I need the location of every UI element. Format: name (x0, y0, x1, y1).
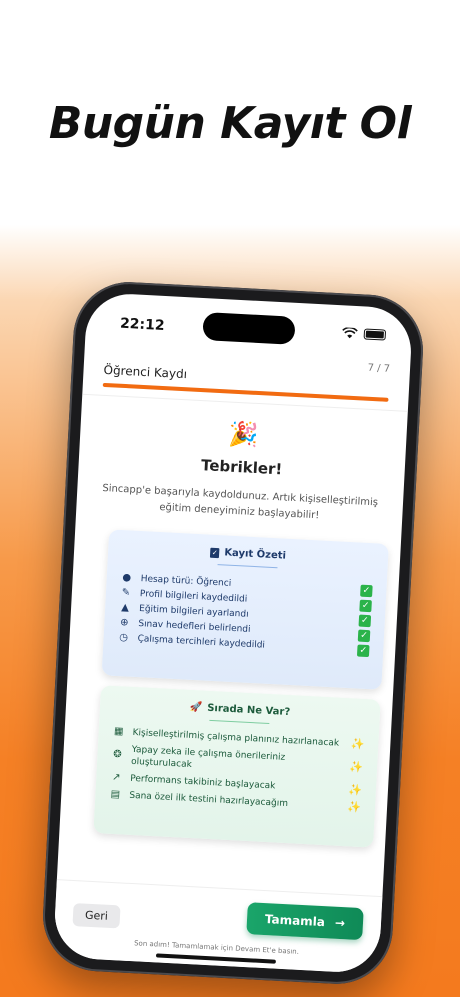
next-steps-card: 🚀 Sırada Ne Var? ▦ Kişiselleştirilmiş ça… (93, 685, 381, 848)
next-steps-card-divider (209, 719, 270, 725)
registration-header: 7 / 7 Öğrenci Kaydı (102, 349, 390, 402)
graduation-cap-icon: ▲ (121, 602, 130, 614)
calendar-clock-icon: ▦ (113, 725, 124, 738)
summary-card-header: ✓ Kayıt Özeti (122, 542, 374, 566)
profile-edit-icon: ✎ (121, 587, 131, 599)
congrats-section: 🎉 Tebrikler! Sincapp'e başarıyla kaydold… (76, 404, 407, 529)
battery-icon (363, 328, 387, 341)
check-icon: ✓ (360, 584, 373, 597)
progress-fill (102, 382, 389, 402)
status-icons (342, 327, 387, 341)
arrow-right-icon: → (334, 915, 346, 931)
check-icon: ✓ (357, 629, 371, 642)
congrats-title: Tebrikler! (200, 456, 283, 479)
sparkle-icon: ✨ (347, 800, 362, 814)
summary-card-title: Kayıt Özeti (224, 547, 287, 562)
clock-icon: ◷ (118, 632, 129, 644)
party-popper-icon: 🎉 (227, 419, 260, 450)
check-icon: ✓ (356, 644, 370, 657)
step-counter: 7 / 7 (367, 362, 391, 375)
sparkle-icon: ✨ (347, 783, 363, 797)
progress-bar (102, 382, 389, 402)
phone-mockup: 22:12 7 / 7 Öğrenci Kaydı 🎉 Tebrikler! S… (40, 279, 426, 987)
check-icon: ✓ (358, 614, 372, 627)
clipboard-check-icon: ✓ (210, 547, 220, 558)
chart-icon: ↗ (111, 771, 121, 784)
registration-title: Öğrenci Kaydı (103, 362, 188, 382)
congrats-message: Sincapp'e başarıyla kaydoldunuz. Artık k… (102, 482, 379, 522)
sparkle-icon: ✨ (350, 737, 365, 752)
wifi-icon (342, 327, 358, 339)
ai-psychology-icon: ❂ (112, 748, 122, 761)
headline: Bugün Kayıt Ol (48, 98, 412, 149)
sparkle-icon: ✨ (349, 760, 364, 774)
next-steps-card-header: 🚀 Sırada Ne Var? (114, 698, 366, 722)
check-icon: ✓ (359, 599, 372, 612)
next-steps-card-title: Sırada Ne Var? (206, 702, 291, 719)
target-icon: ⊕ (119, 617, 129, 629)
summary-card: ✓ Kayıt Özeti ● Hesap türü: Öğrenci ✓ ✎ … (101, 529, 389, 690)
document-edit-icon: ▤ (110, 788, 121, 801)
complete-button[interactable]: Tamamla → (246, 902, 364, 941)
home-indicator (155, 953, 276, 964)
person-icon: ● (122, 572, 132, 584)
phone-screen: 22:12 7 / 7 Öğrenci Kaydı 🎉 Tebrikler! S… (52, 291, 414, 975)
dynamic-island (202, 312, 296, 345)
status-time: 22:12 (119, 315, 165, 334)
back-button[interactable]: Geri (72, 903, 121, 929)
rocket-icon: 🚀 (189, 701, 203, 714)
complete-button-label: Tamamla (264, 912, 326, 930)
summary-card-divider (217, 564, 278, 569)
